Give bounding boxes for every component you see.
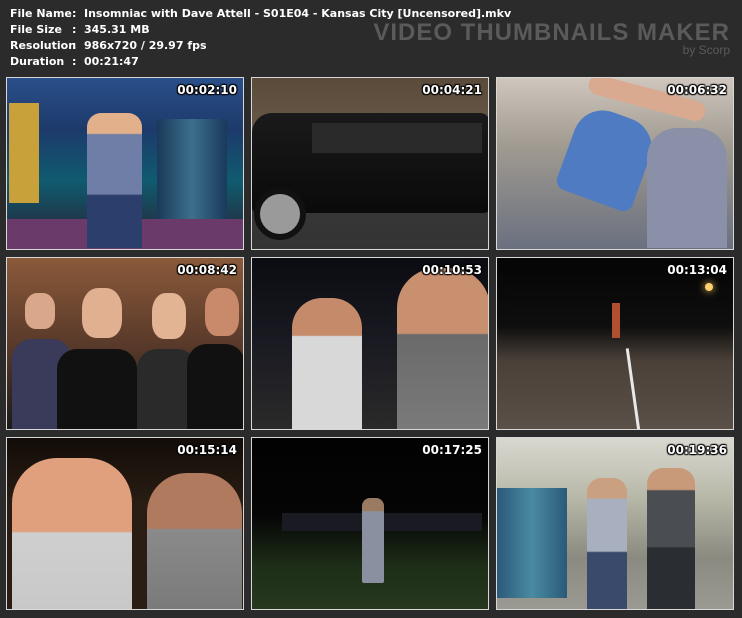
frame-casino [7, 78, 243, 249]
thumbnail-grid: 00:02:10 00:04:21 00:06:32 00:08:42 00:1… [6, 77, 734, 610]
thumbnail-7[interactable]: 00:15:14 [6, 437, 244, 610]
thumbnail-6[interactable]: 00:13:04 [496, 257, 734, 430]
file-size-label: File Size [10, 23, 62, 36]
timestamp: 00:04:21 [422, 83, 482, 97]
watermark-logo: VIDEO THUMBNAILS MAKER by Scorp [373, 19, 730, 57]
thumbnail-9[interactable]: 00:19:36 [496, 437, 734, 610]
timestamp: 00:13:04 [667, 263, 727, 277]
duration-row: Duration : 00:21:47 [10, 54, 511, 70]
thumbnail-5[interactable]: 00:10:53 [251, 257, 489, 430]
thumbnail-8[interactable]: 00:17:25 [251, 437, 489, 610]
separator: : [72, 7, 77, 20]
thumbnail-2[interactable]: 00:04:21 [251, 77, 489, 250]
resolution-value: 986x720 / 29.97 fps [84, 39, 207, 52]
thumbnail-3[interactable]: 00:06:32 [496, 77, 734, 250]
duration-label: Duration [10, 55, 65, 68]
file-name-label: File Name [10, 7, 72, 20]
watermark-title: VIDEO THUMBNAILS MAKER [373, 19, 730, 46]
timestamp: 00:02:10 [177, 83, 237, 97]
frame-dark-field [252, 438, 488, 609]
frame-factory [497, 438, 733, 609]
timestamp: 00:17:25 [422, 443, 482, 457]
file-size-value: 345.31 MB [84, 23, 150, 36]
timestamp: 00:08:42 [177, 263, 237, 277]
frame-crowd [7, 258, 243, 429]
thumbnail-1[interactable]: 00:02:10 [6, 77, 244, 250]
frame-car-interior [7, 438, 243, 609]
timestamp: 00:10:53 [422, 263, 482, 277]
frame-limousine [252, 78, 488, 249]
resolution-label: Resolution [10, 39, 77, 52]
timestamp: 00:06:32 [667, 83, 727, 97]
frame-night-street [252, 258, 488, 429]
frame-empty-road [497, 258, 733, 429]
thumbnail-4[interactable]: 00:08:42 [6, 257, 244, 430]
thumbnail-sheet: { "meta": { "rows": [ {"key": "File Name… [0, 0, 742, 618]
frame-limo-interior [497, 78, 733, 249]
separator: : [72, 39, 77, 52]
separator: : [72, 55, 77, 68]
timestamp: 00:15:14 [177, 443, 237, 457]
duration-value: 00:21:47 [84, 55, 139, 68]
timestamp: 00:19:36 [667, 443, 727, 457]
separator: : [72, 23, 77, 36]
